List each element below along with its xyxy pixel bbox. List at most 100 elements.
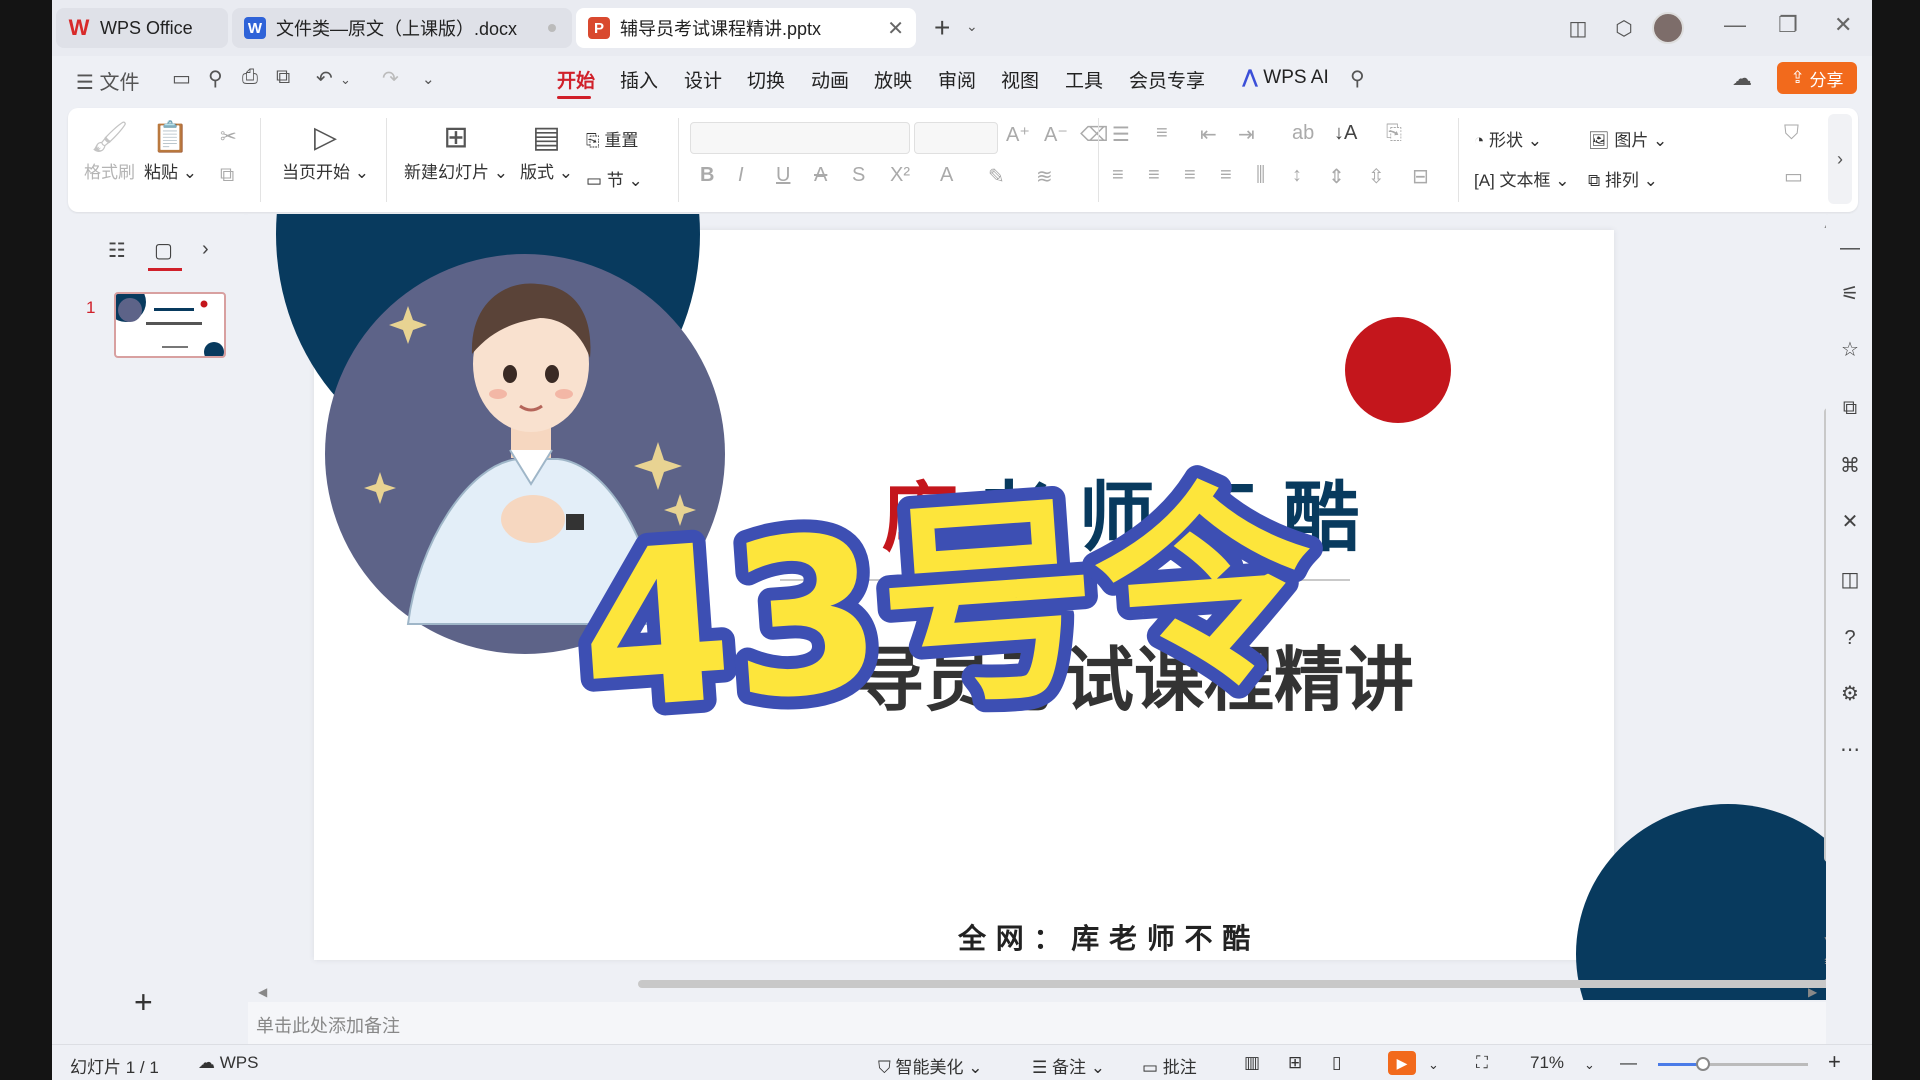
numbered-list-icon[interactable]: ≡ (1156, 122, 1168, 145)
avatar[interactable] (1652, 12, 1684, 44)
tab-document[interactable]: W 文件类—原文（上课版）.docx (232, 8, 572, 48)
properties-icon[interactable]: ⚟ (1838, 282, 1862, 306)
line-spacing-icon[interactable]: ↕ (1292, 164, 1302, 187)
menu-slideshow[interactable]: 放映 (874, 66, 912, 93)
underline-icon[interactable]: U (776, 164, 790, 187)
char-spacing-icon[interactable]: ≋ (1036, 164, 1053, 189)
wps-ai-button[interactable]: ⋀ WPS AI (1242, 66, 1329, 89)
notes-toggle-button[interactable]: ☰ 备注 ⌄ (1032, 1053, 1105, 1078)
fit-window-icon[interactable]: ⛶ (1476, 1053, 1488, 1073)
wps-status-button[interactable]: ☁ WPS (198, 1053, 258, 1073)
strikethrough-icon[interactable]: A (814, 164, 827, 187)
fill-icon[interactable]: ⛉ (1784, 122, 1799, 145)
font-family-select[interactable] (690, 122, 910, 154)
minimize-icon[interactable]: — (1724, 12, 1746, 38)
play-icon[interactable]: ▶ (1388, 1051, 1416, 1075)
cut-icon[interactable]: ✂ (220, 124, 237, 149)
align-left-icon[interactable]: ≡ (1112, 164, 1124, 187)
zoom-out-icon[interactable]: — (1620, 1053, 1637, 1073)
collapse-icon[interactable]: — (1838, 236, 1862, 260)
chevron-down-icon[interactable]: ⌄ (966, 18, 978, 35)
convert-icon[interactable]: ⎘ (1386, 122, 1402, 145)
menu-home[interactable]: 开始 (557, 66, 595, 93)
outline-view-icon[interactable]: ☷ (108, 238, 126, 263)
star-icon[interactable]: ☆ (1838, 338, 1862, 362)
scroll-up-icon[interactable]: ▲ (1822, 217, 1826, 231)
arrange-button[interactable]: ⧉ 排列 ⌄ (1588, 166, 1658, 191)
menu-member[interactable]: 会员专享 (1129, 66, 1205, 93)
text-direction-icon[interactable]: ab (1292, 122, 1314, 145)
new-slide-button[interactable]: ⊞ 新建幻灯片 ⌄ (404, 118, 508, 183)
sidebar-toggle-icon[interactable]: ◫ (1564, 14, 1592, 42)
start-current-button[interactable]: ▷ 当页开始 ⌄ (282, 118, 369, 183)
undo-dropdown-icon[interactable]: ⌄ (340, 72, 351, 88)
smart-beautify-button[interactable]: ⛉ 智能美化 ⌄ (878, 1053, 982, 1078)
scroll-down-icon[interactable]: ▼ (1822, 933, 1826, 947)
section-button[interactable]: ▭ 节 ⌄ (586, 166, 643, 191)
textbox-button[interactable]: [A] 文本框 ⌄ (1474, 166, 1570, 191)
reading-view-icon[interactable]: ▯ (1332, 1053, 1341, 1073)
play-dropdown-icon[interactable]: ⌄ (1428, 1057, 1439, 1073)
columns-icon[interactable]: ⇳ (1368, 164, 1385, 189)
menu-design[interactable]: 设计 (684, 66, 722, 93)
decrease-font-icon[interactable]: A⁻ (1044, 122, 1068, 147)
comments-icon[interactable]: ⧉ (1838, 396, 1862, 420)
prev-slide-icon[interactable]: ⇞ (1822, 955, 1826, 969)
redo-icon[interactable]: ↷ (382, 66, 399, 91)
slide-view-icon[interactable]: ▢ (154, 238, 173, 263)
format-painter-button[interactable]: 🖌 格式刷 (84, 118, 135, 183)
zoom-level[interactable]: 71% (1530, 1053, 1564, 1073)
more-chevron-icon[interactable]: ⌄ (422, 70, 435, 88)
slide-thumbnail[interactable] (114, 292, 226, 358)
close-tab-icon[interactable]: ✕ (887, 16, 904, 41)
print-preview-icon[interactable]: ⧉ (276, 66, 290, 89)
paragraph-spacing-icon[interactable]: ⇕ (1328, 164, 1345, 189)
shape-button[interactable]: ◔ 形状 ⌄ (1474, 126, 1542, 151)
font-size-select[interactable] (914, 122, 998, 154)
file-menu-button[interactable]: ☰ 文件 (76, 66, 140, 95)
sort-icon[interactable]: ↓A (1334, 122, 1357, 145)
distribute-icon[interactable]: ⫼ (1256, 164, 1265, 187)
help-icon[interactable]: ? (1838, 626, 1862, 650)
book-icon[interactable]: ◫ (1838, 568, 1862, 592)
new-tab-icon[interactable]: + (934, 12, 950, 44)
search-icon[interactable]: ⚲ (1350, 66, 1365, 91)
copy-icon[interactable]: ⧉ (220, 164, 234, 187)
superscript-icon[interactable]: X² (890, 164, 910, 187)
cloud-sync-icon[interactable]: ☁ (1732, 66, 1752, 91)
reset-button[interactable]: ⎘ 重置 (586, 126, 638, 151)
menu-view[interactable]: 视图 (1001, 66, 1039, 93)
zoom-in-icon[interactable]: + (1828, 1049, 1841, 1075)
print-icon[interactable]: ⎙ (242, 66, 258, 89)
cube-icon[interactable]: ⬡ (1610, 14, 1638, 42)
clear-format-icon[interactable]: ⌫ (1080, 122, 1108, 147)
menu-animations[interactable]: 动画 (811, 66, 849, 93)
menu-transitions[interactable]: 切换 (747, 66, 785, 93)
settings-icon[interactable]: ⚙ (1838, 682, 1862, 706)
indent-icon[interactable]: ⇥ (1238, 122, 1255, 147)
find-icon[interactable]: ⚲ (208, 66, 223, 91)
zoom-slider-handle[interactable] (1696, 1057, 1710, 1071)
italic-icon[interactable]: I (738, 164, 744, 187)
tab-presentation[interactable]: P 辅导员考试课程精讲.pptx ✕ (576, 8, 916, 48)
tools-icon[interactable]: ✕ (1838, 510, 1862, 534)
close-window-icon[interactable]: ✕ (1834, 12, 1852, 38)
vertical-scrollbar-thumb[interactable] (1824, 408, 1826, 862)
grid-view-icon[interactable]: ⊞ (1288, 1053, 1302, 1073)
notes-area[interactable]: 单击此处添加备注 (248, 1002, 1826, 1044)
bold-icon[interactable]: B (700, 164, 714, 187)
increase-font-icon[interactable]: A⁺ (1006, 122, 1030, 147)
design-icon[interactable]: ⌘ (1838, 454, 1862, 478)
layout-button[interactable]: ▤ 版式 ⌄ (520, 118, 573, 183)
bullet-list-icon[interactable]: ☰ (1112, 122, 1130, 147)
outdent-icon[interactable]: ⇤ (1200, 122, 1217, 147)
text-align-icon[interactable]: ⊟ (1412, 164, 1429, 189)
font-color-icon[interactable]: A (940, 164, 953, 187)
menu-insert[interactable]: 插入 (620, 66, 658, 93)
menu-tools[interactable]: 工具 (1065, 66, 1103, 93)
more-icon[interactable]: ⋯ (1838, 738, 1862, 762)
align-right-icon[interactable]: ≡ (1184, 164, 1196, 187)
scroll-left-icon[interactable]: ◀ (258, 985, 268, 999)
add-slide-icon[interactable]: + (134, 984, 153, 1021)
justify-icon[interactable]: ≡ (1220, 164, 1232, 187)
